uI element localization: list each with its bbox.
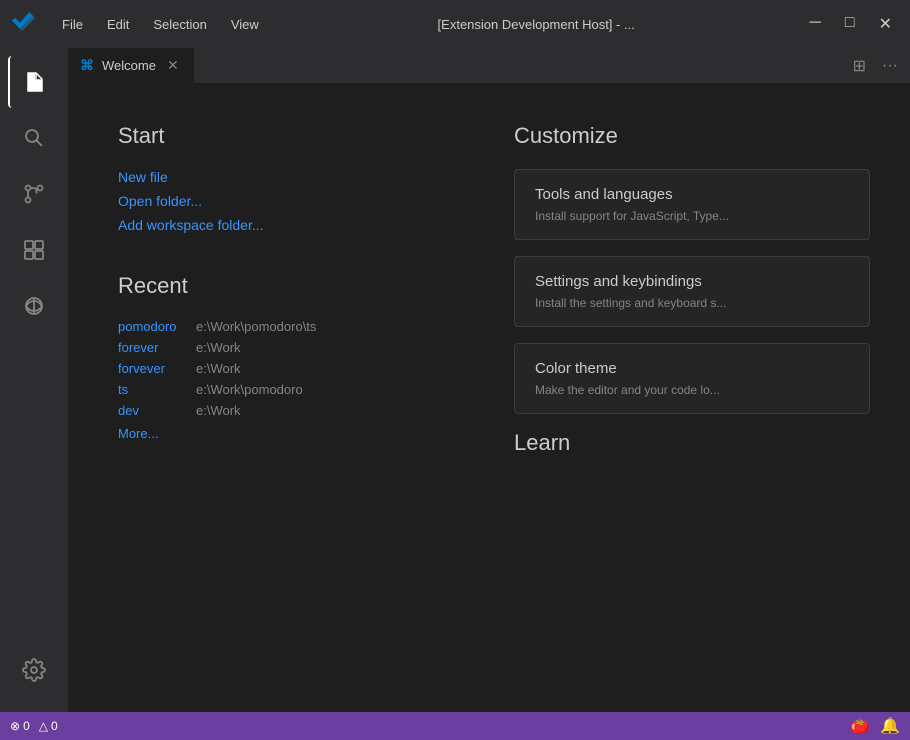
customize-title: Customize — [514, 123, 870, 149]
recent-name-3[interactable]: ts — [118, 382, 188, 397]
explorer-activity-icon[interactable] — [8, 56, 60, 108]
welcome-right-column: Customize Tools and languages Install su… — [514, 123, 870, 672]
welcome-tab[interactable]: ⌘ Welcome ✕ — [68, 48, 195, 83]
split-editor-button[interactable]: ⊞ — [849, 52, 870, 80]
settings-activity-icon[interactable] — [8, 644, 60, 696]
maximize-button[interactable]: □ — [839, 12, 861, 36]
color-theme-title: Color theme — [535, 360, 849, 377]
tab-bar: ⌘ Welcome ✕ ⊞ ··· — [68, 48, 910, 83]
menu-view[interactable]: View — [221, 13, 269, 36]
learn-title: Learn — [514, 430, 870, 456]
recent-path-4: e:\Work — [196, 403, 241, 418]
menu-edit[interactable]: Edit — [97, 13, 139, 36]
vs-logo-icon: ⌘ — [80, 57, 94, 74]
recent-title: Recent — [118, 273, 474, 299]
extensions-activity-icon[interactable] — [8, 224, 60, 276]
tab-close-button[interactable]: ✕ — [164, 56, 182, 75]
remote-activity-icon[interactable] — [8, 280, 60, 332]
tools-languages-title: Tools and languages — [535, 186, 849, 203]
recent-name-0[interactable]: pomodoro — [118, 319, 188, 334]
tools-languages-card[interactable]: Tools and languages Install support for … — [514, 169, 870, 240]
warning-count: 0 — [51, 719, 58, 733]
error-count: 0 — [23, 719, 30, 733]
tomato-icon[interactable]: 🍅 — [850, 716, 870, 736]
recent-section: Recent pomodoro e:\Work\pomodoro\ts fore… — [118, 273, 474, 441]
recent-path-2: e:\Work — [196, 361, 241, 376]
title-bar: File Edit Selection View [Extension Deve… — [0, 0, 910, 48]
color-theme-desc: Make the editor and your code lo... — [535, 383, 849, 397]
window-title: [Extension Development Host] - ... — [285, 17, 788, 32]
recent-item-2[interactable]: forvever e:\Work — [118, 361, 474, 376]
recent-path-3: e:\Work\pomodoro — [196, 382, 303, 397]
menu-selection[interactable]: Selection — [143, 13, 216, 36]
welcome-left-column: Start New file Open folder... Add worksp… — [118, 123, 474, 672]
bell-icon[interactable]: 🔔 — [880, 716, 900, 736]
minimize-button[interactable]: ─ — [804, 12, 827, 36]
open-folder-link[interactable]: Open folder... — [118, 193, 474, 209]
more-actions-button[interactable]: ··· — [878, 53, 902, 79]
recent-item-4[interactable]: dev e:\Work — [118, 403, 474, 418]
recent-item-0[interactable]: pomodoro e:\Work\pomodoro\ts — [118, 319, 474, 334]
recent-item-1[interactable]: forever e:\Work — [118, 340, 474, 355]
settings-keybindings-card[interactable]: Settings and keybindings Install the set… — [514, 256, 870, 327]
recent-name-4[interactable]: dev — [118, 403, 188, 418]
settings-keybindings-title: Settings and keybindings — [535, 273, 849, 290]
editor-area: ⌘ Welcome ✕ ⊞ ··· Start New file Open fo… — [68, 48, 910, 712]
tab-label: Welcome — [102, 58, 156, 73]
recent-path-0: e:\Work\pomodoro\ts — [196, 319, 316, 334]
warning-icon: △ — [39, 719, 48, 733]
color-theme-card[interactable]: Color theme Make the editor and your cod… — [514, 343, 870, 414]
add-workspace-link[interactable]: Add workspace folder... — [118, 217, 474, 233]
error-status-item[interactable]: ⊗ 0 △ 0 — [10, 719, 58, 733]
start-section: Start New file Open folder... Add worksp… — [118, 123, 474, 233]
main-area: ⌘ Welcome ✕ ⊞ ··· Start New file Open fo… — [0, 48, 910, 712]
menu-bar: File Edit Selection View — [52, 13, 269, 36]
recent-name-1[interactable]: forever — [118, 340, 188, 355]
activity-bar — [0, 48, 68, 712]
recent-name-2[interactable]: forvever — [118, 361, 188, 376]
recent-path-1: e:\Work — [196, 340, 241, 355]
window-controls: ─ □ ✕ — [804, 12, 898, 36]
settings-keybindings-desc: Install the settings and keyboard s... — [535, 296, 849, 310]
status-left: ⊗ 0 △ 0 — [10, 719, 58, 733]
menu-file[interactable]: File — [52, 13, 93, 36]
app-logo — [12, 12, 36, 36]
tab-actions: ⊞ ··· — [841, 48, 910, 83]
status-bar: ⊗ 0 △ 0 🍅 🔔 — [0, 712, 910, 740]
welcome-page: Start New file Open folder... Add worksp… — [68, 83, 910, 712]
status-right: 🍅 🔔 — [850, 716, 900, 736]
new-file-link[interactable]: New file — [118, 169, 474, 185]
close-button[interactable]: ✕ — [873, 12, 898, 36]
tools-languages-desc: Install support for JavaScript, Type... — [535, 209, 849, 223]
error-icon: ⊗ — [10, 719, 20, 733]
search-activity-icon[interactable] — [8, 112, 60, 164]
start-title: Start — [118, 123, 474, 149]
more-link[interactable]: More... — [118, 426, 474, 441]
recent-item-3[interactable]: ts e:\Work\pomodoro — [118, 382, 474, 397]
source-control-activity-icon[interactable] — [8, 168, 60, 220]
